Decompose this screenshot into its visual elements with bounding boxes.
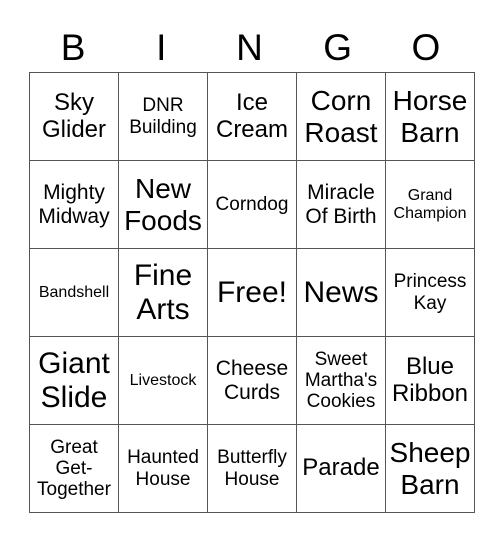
bingo-cell[interactable]: Mighty Midway [29,160,119,249]
header-letter-n: N [236,27,263,68]
bingo-header: B I N G O [29,24,470,72]
bingo-cell[interactable]: Ice Cream [207,72,297,161]
bingo-cell[interactable]: Sky Glider [29,72,119,161]
bingo-cell[interactable]: Livestock [118,336,208,425]
bingo-cell[interactable]: Butterfly House [207,424,297,513]
header-letter-g: G [323,27,353,68]
bingo-cell[interactable]: Bandshell [29,248,119,337]
bingo-cell[interactable]: Blue Ribbon [385,336,475,425]
bingo-cell[interactable]: Great Get-Together [29,424,119,513]
bingo-cell[interactable]: Miracle Of Birth [296,160,386,249]
bingo-cell[interactable]: DNR Building [118,72,208,161]
header-letter-i: I [156,27,167,68]
bingo-cell[interactable]: Parade [296,424,386,513]
bingo-cell[interactable]: New Foods [118,160,208,249]
header-letter-o: O [411,27,441,68]
bingo-cell[interactable]: Grand Champion [385,160,475,249]
grid-row: Great Get-Together Haunted House Butterf… [29,424,475,513]
header-letter-b: B [60,27,86,68]
bingo-grid: Sky Glider DNR Building Ice Cream Corn R… [29,72,475,513]
grid-row: Bandshell Fine Arts Free! News Princess … [29,248,475,337]
bingo-cell[interactable]: Cheese Curds [207,336,297,425]
bingo-cell[interactable]: Corndog [207,160,297,249]
bingo-cell[interactable]: Giant Slide [29,336,119,425]
bingo-cell[interactable]: Fine Arts [118,248,208,337]
bingo-cell[interactable]: Sheep Barn [385,424,475,513]
bingo-cell[interactable]: Horse Barn [385,72,475,161]
free-space-cell[interactable]: Free! [207,248,297,337]
bingo-cell[interactable]: Haunted House [118,424,208,513]
grid-row: Giant Slide Livestock Cheese Curds Sweet… [29,336,475,425]
bingo-cell[interactable]: News [296,248,386,337]
bingo-cell[interactable]: Sweet Martha's Cookies [296,336,386,425]
grid-row: Sky Glider DNR Building Ice Cream Corn R… [29,72,475,161]
bingo-cell[interactable]: Corn Roast [296,72,386,161]
grid-row: Mighty Midway New Foods Corndog Miracle … [29,160,475,249]
bingo-cell[interactable]: Princess Kay [385,248,475,337]
